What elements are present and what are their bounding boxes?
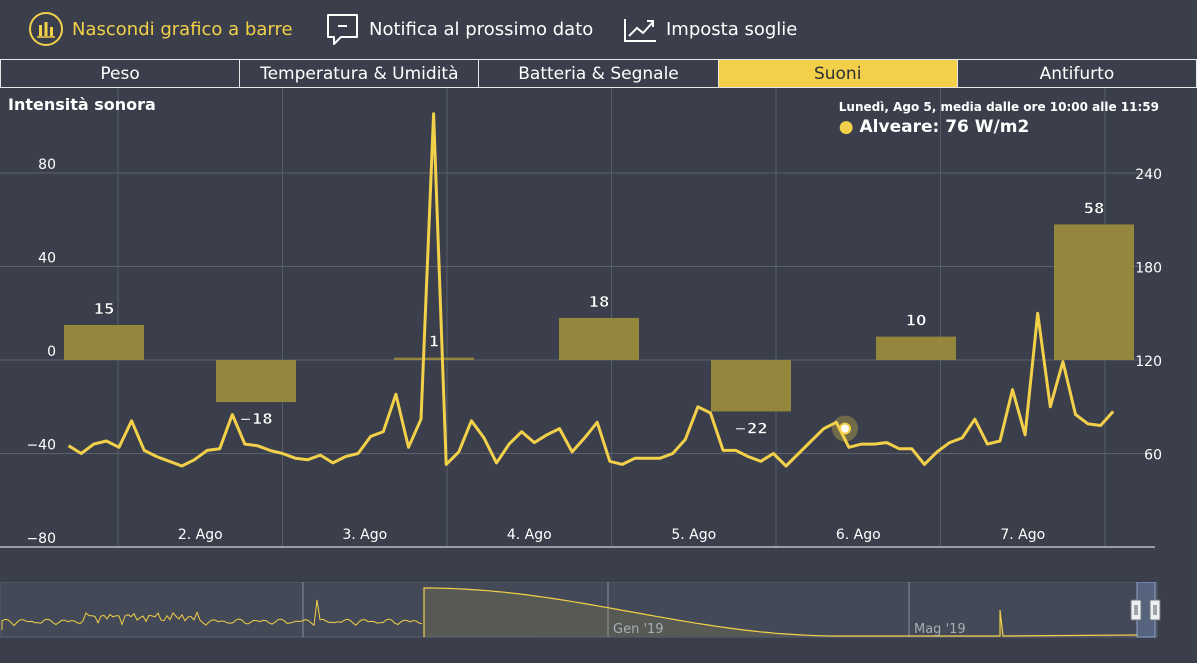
y-right-tick-label: 180: [1135, 261, 1162, 277]
y-right-tick-label: 240: [1135, 167, 1162, 183]
trend-icon: [624, 19, 656, 42]
bar-data-label: −18: [239, 410, 272, 428]
bar-data-label: 58: [1084, 199, 1105, 217]
bar: [711, 360, 791, 412]
bar-data-label: 18: [589, 293, 610, 311]
bar-data-label: −22: [734, 419, 767, 437]
series-line-alveare: [67, 112, 1115, 468]
message-icon: [327, 14, 358, 45]
navigator-handle-right[interactable]: [1149, 599, 1161, 621]
bar: [1054, 224, 1134, 360]
navigator-handle-left[interactable]: [1130, 599, 1142, 621]
tooltip-date: Lunedì, Ago 5, media dalle ore 10:00 all…: [838, 100, 1159, 114]
tab-peso[interactable]: Peso: [0, 59, 240, 88]
tooltip-value: Alveare: 76 W/m2: [859, 117, 1030, 137]
set-thresholds-label: Imposta soglie: [666, 18, 798, 40]
tooltip-series-value: ● Alveare: 76 W/m2: [839, 117, 1159, 137]
notify-next-data-label: Notifica al prossimo dato: [369, 18, 594, 40]
bar: [559, 317, 639, 360]
navigator-label-mag: Mag '19: [914, 622, 966, 637]
bar-data-label: 10: [906, 312, 927, 330]
bar-data-label: 15: [94, 300, 115, 318]
y-right-tick-label: 120: [1135, 354, 1162, 370]
y-left-tick-label: 40: [38, 251, 56, 267]
y-left-tick-label: 80: [38, 157, 56, 173]
y-left-tick-label: −40: [26, 438, 56, 454]
tab-bar: Peso Temperatura & Umidità Batteria & Se…: [0, 59, 1197, 88]
chart-title: Intensità sonora: [8, 95, 156, 114]
bar-chart-icon: [29, 12, 63, 46]
highlight-point: [839, 422, 851, 435]
x-tick-label: 7. Ago: [1000, 527, 1045, 543]
set-thresholds-button[interactable]: Imposta soglie: [622, 10, 797, 48]
chart-tooltip: Lunedì, Ago 5, media dalle ore 10:00 all…: [839, 100, 1159, 137]
toggle-bar-chart-label: Nascondi grafico a barre: [72, 18, 293, 40]
x-tick-label: 4. Ago: [507, 527, 552, 543]
bar: [216, 360, 296, 403]
y-left-tick-label: −80: [26, 531, 56, 547]
tab-antifurto[interactable]: Antifurto: [956, 59, 1197, 88]
notify-next-data-button[interactable]: Notifica al prossimo dato: [325, 10, 593, 48]
x-tick-label: 5. Ago: [671, 527, 716, 543]
tab-suoni[interactable]: Suoni: [717, 59, 957, 88]
bar: [394, 357, 474, 360]
x-tick-label: 6. Ago: [836, 527, 881, 543]
x-tick-label: 2. Ago: [178, 527, 223, 543]
series-dot-icon: ●: [838, 117, 854, 137]
toolbar: Nascondi grafico a barre Notifica al pro…: [0, 0, 1197, 58]
y-right-tick-label: 60: [1144, 448, 1162, 464]
x-tick-label: 3. Ago: [342, 527, 387, 543]
range-navigator[interactable]: Gen '19 Mag '19: [0, 582, 1197, 640]
bar-data-label: 1: [429, 333, 439, 351]
tab-temperatura-umidita[interactable]: Temperatura & Umidità: [239, 59, 479, 88]
y-left-tick-label: 0: [47, 344, 56, 360]
navigator-label-gen: Gen '19: [613, 622, 664, 637]
tab-batteria-segnale[interactable]: Batteria & Segnale: [478, 59, 718, 88]
bar: [64, 324, 144, 360]
bar: [876, 336, 956, 360]
sound-intensity-chart[interactable]: 80 40 0 −40 −80 240 180 120 60 2. Ago 3. Ago 4. Ago…: [0, 88, 1197, 582]
toggle-bar-chart-button[interactable]: Nascondi grafico a barre: [28, 10, 293, 48]
